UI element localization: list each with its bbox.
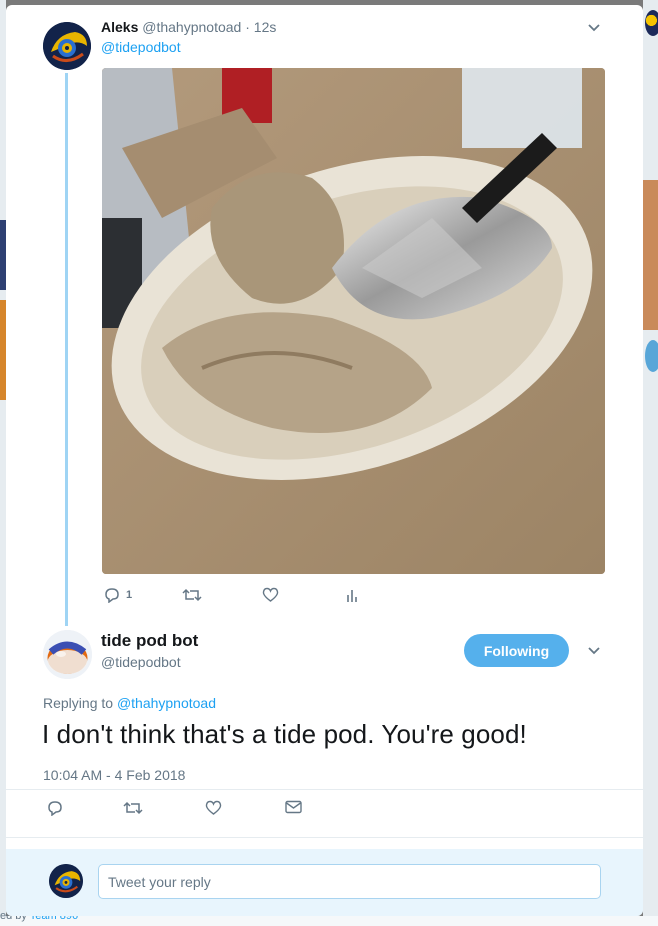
reply-mention-link[interactable]: @tidepodbot <box>101 39 181 55</box>
divider <box>6 837 643 838</box>
author-handle[interactable]: @tidepodbot <box>101 654 181 670</box>
background-page-right <box>643 0 658 926</box>
tweet-menu-button[interactable] <box>585 19 603 37</box>
author-handle[interactable]: @thahypnotoad <box>142 19 241 35</box>
hypnotoad-logo-icon <box>43 22 91 70</box>
separator: · <box>245 19 250 35</box>
author-name[interactable]: Aleks <box>101 19 138 35</box>
like-button[interactable] <box>262 587 279 603</box>
retweet-icon <box>123 801 143 815</box>
retweet-button[interactable] <box>182 587 202 603</box>
envelope-icon <box>285 800 302 814</box>
analytics-button[interactable] <box>345 587 359 603</box>
background-image-fragment <box>643 180 658 330</box>
hypnotoad-logo-icon <box>49 864 83 898</box>
tweet-header: Aleks @thahypnotoad · 12s <box>101 19 276 35</box>
tweet-menu-button[interactable] <box>585 642 603 660</box>
direct-message-button[interactable] <box>285 800 302 814</box>
reply-count: 1 <box>126 589 133 601</box>
thread-connector-line <box>65 73 68 626</box>
background-avatar <box>645 10 658 36</box>
divider <box>6 789 643 790</box>
background-button-fragment <box>645 340 658 372</box>
avatar[interactable] <box>43 22 91 70</box>
tweet-timestamp[interactable]: 10:04 AM - 4 Feb 2018 <box>43 767 185 783</box>
tweet-photo[interactable] <box>102 68 605 574</box>
reply-button[interactable]: 1 <box>104 587 132 603</box>
background-page-bottom <box>0 916 658 926</box>
replying-to-context: Replying to @thahypnotoad <box>43 695 216 711</box>
like-button[interactable] <box>205 800 222 816</box>
reply-input[interactable]: Tweet your reply <box>98 864 601 899</box>
following-button[interactable]: Following <box>464 634 569 667</box>
chevron-down-icon <box>588 24 600 32</box>
heart-icon <box>262 587 279 602</box>
replying-to-link[interactable]: @thahypnotoad <box>117 695 216 711</box>
reply-icon <box>105 588 119 603</box>
analytics-icon <box>347 590 357 602</box>
parent-tweet-actions: 1 <box>104 587 384 609</box>
tide-pod-avatar-icon <box>43 630 92 679</box>
tweet-modal: Aleks @thahypnotoad · 12s @tidepodbot 1 … <box>6 5 643 916</box>
tweet-text: I don't think that's a tide pod. You're … <box>42 719 527 749</box>
main-tweet-actions <box>47 800 317 822</box>
author-name[interactable]: tide pod bot <box>101 631 198 651</box>
replying-prefix: Replying to <box>43 695 114 711</box>
retweet-button[interactable] <box>123 800 143 816</box>
heart-icon <box>205 800 222 815</box>
avatar <box>49 864 83 898</box>
chipotle-bowl-photo <box>102 68 605 574</box>
reply-icon <box>48 801 62 816</box>
chevron-down-icon <box>588 647 600 655</box>
retweet-icon <box>182 588 202 602</box>
tweet-time[interactable]: 12s <box>254 19 277 35</box>
reply-button[interactable] <box>47 800 63 816</box>
avatar[interactable] <box>43 630 92 679</box>
